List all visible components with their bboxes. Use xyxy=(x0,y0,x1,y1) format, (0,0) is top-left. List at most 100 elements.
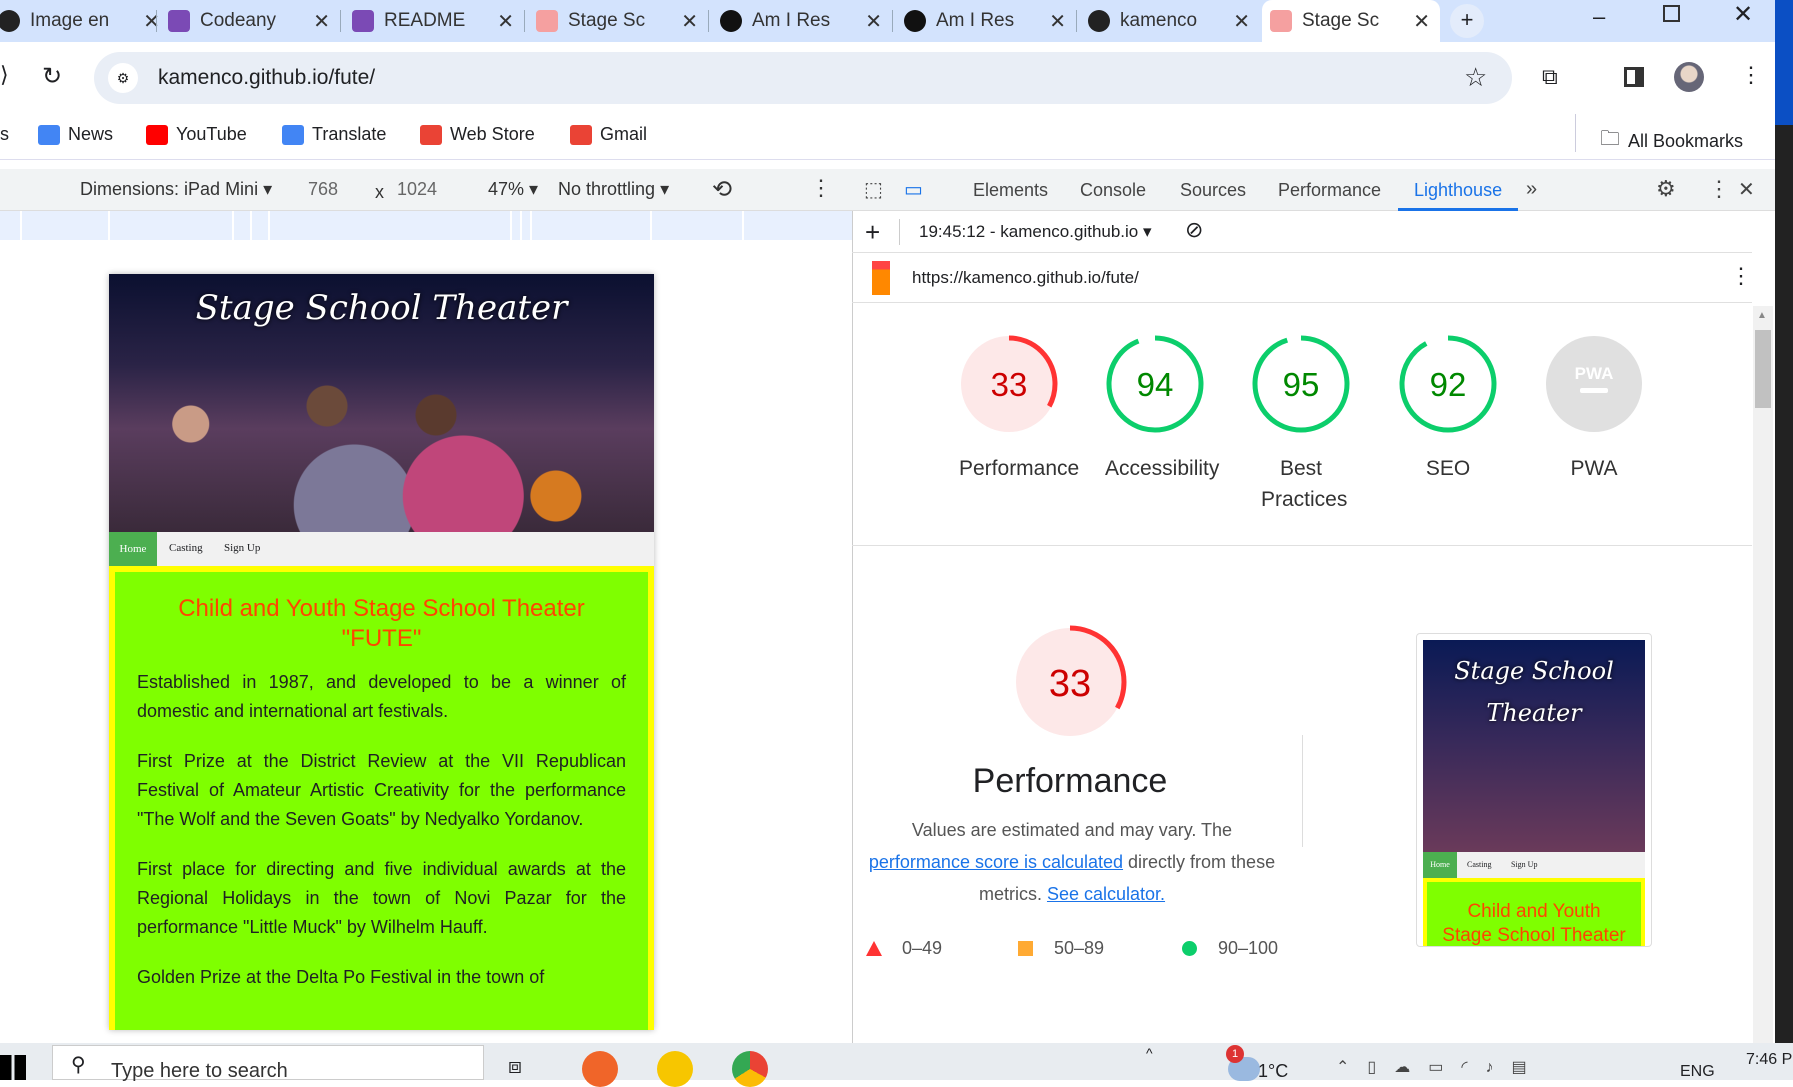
browser-tab[interactable]: README ✕ xyxy=(344,0,524,42)
bookmark-news[interactable]: News xyxy=(38,124,113,145)
close-tab-icon[interactable]: ✕ xyxy=(143,9,160,34)
html-editor-app-icon[interactable] xyxy=(582,1051,618,1087)
see-calculator-link[interactable]: See calculator. xyxy=(1047,884,1165,904)
browser-tab[interactable]: Stage Sc ✕ xyxy=(528,0,708,42)
task-view-icon[interactable]: ⧈ xyxy=(508,1053,522,1079)
temperature: 1°C xyxy=(1258,1061,1289,1081)
tab-separator xyxy=(156,10,157,32)
nav-sign-up[interactable]: Sign Up xyxy=(224,542,260,554)
profile-avatar[interactable] xyxy=(1674,62,1704,92)
show-hidden-icons[interactable]: ^ xyxy=(1146,1045,1153,1061)
score-gauge-performance[interactable]: 33 Performance xyxy=(959,334,1079,484)
tab-favicon-icon xyxy=(168,10,190,32)
tab-sources[interactable]: Sources xyxy=(1180,180,1246,201)
bookmark-youtube[interactable]: YouTube xyxy=(146,124,247,145)
score-calculated-link[interactable]: performance score is calculated xyxy=(869,852,1123,872)
tab-favicon-icon xyxy=(1088,10,1110,32)
tab-performance[interactable]: Performance xyxy=(1278,180,1381,201)
device-menu-icon[interactable]: ⋮ xyxy=(810,175,832,201)
nav-casting[interactable]: Casting xyxy=(169,542,203,554)
paragraph: Golden Prize at the Delta Po Festival in… xyxy=(137,967,545,987)
tab-console[interactable]: Console xyxy=(1080,180,1146,201)
rotate-icon[interactable]: ⟲ xyxy=(712,175,732,204)
tab-lighthouse[interactable]: Lighthouse xyxy=(1398,180,1519,211)
close-window-button[interactable]: ✕ xyxy=(1733,0,1753,29)
throttling-select[interactable]: No throttling ▾ xyxy=(558,179,669,200)
legend-fail: 0–49 xyxy=(902,938,943,958)
section-divider xyxy=(852,545,1752,546)
report-select[interactable]: 19:45:12 - kamenco.github.io ▾ xyxy=(919,222,1152,242)
bookmark-translate[interactable]: Translate xyxy=(282,124,386,145)
nav-home[interactable]: Home xyxy=(109,532,157,566)
width-input[interactable]: 768 xyxy=(308,179,338,200)
new-report-button[interactable]: + xyxy=(865,217,880,248)
tab-elements[interactable]: Elements xyxy=(973,180,1048,201)
close-tab-icon[interactable]: ✕ xyxy=(1049,9,1066,34)
bookmark-web-store[interactable]: Web Store xyxy=(420,124,535,145)
clear-icon[interactable]: ⊘ xyxy=(1185,217,1203,243)
close-tab-icon[interactable]: ✕ xyxy=(1413,9,1430,34)
browser-menu-icon[interactable]: ⋮ xyxy=(1740,62,1762,88)
dimensions-select[interactable]: Dimensions: iPad Mini ▾ xyxy=(80,179,272,200)
close-tab-icon[interactable]: ✕ xyxy=(681,9,698,34)
new-tab-button[interactable]: + xyxy=(1450,4,1484,38)
device-toggle-icon[interactable]: ▭ xyxy=(904,177,923,202)
close-tab-icon[interactable]: ✕ xyxy=(497,9,514,34)
language-indicator[interactable]: ENG xyxy=(1680,1063,1715,1081)
score-label: Accessibility xyxy=(1105,457,1220,480)
address-input[interactable]: kamenco.github.io/fute/ xyxy=(158,66,375,90)
emulated-page[interactable]: Stage School Theater Home Casting Sign U… xyxy=(109,274,654,1030)
side-panel-icon[interactable] xyxy=(1624,67,1644,87)
lighthouse-url-bar: https://kamenco.github.io/fute/ ⋮ xyxy=(852,253,1752,303)
inspect-element-icon[interactable]: ⬚ xyxy=(864,177,883,202)
site-info-icon[interactable]: ⚙ xyxy=(108,63,138,93)
close-devtools-icon[interactable]: ✕ xyxy=(1738,177,1755,202)
bookmark-gmail[interactable]: Gmail xyxy=(570,124,647,145)
bookmark-star-icon[interactable]: ☆ xyxy=(1464,62,1487,93)
taskbar-search[interactable]: ⚲ Type here to search xyxy=(52,1045,484,1082)
more-tabs-icon[interactable]: » xyxy=(1526,178,1537,201)
zoom-select[interactable]: 47% ▾ xyxy=(488,179,538,200)
page-screenshot-thumbnail[interactable]: Stage School Theater Home Casting Sign U… xyxy=(1416,633,1652,947)
extensions-icon[interactable]: ⧉ xyxy=(1542,64,1558,90)
clock[interactable]: 7:46 P xyxy=(1746,1051,1792,1069)
browser-tab[interactable]: Image en ✕ xyxy=(0,0,170,42)
maximize-button[interactable] xyxy=(1663,5,1680,22)
minimize-button[interactable]: – xyxy=(1593,4,1605,30)
windows-start-icon[interactable] xyxy=(0,1055,26,1080)
devtools-scrollbar[interactable]: ▲ xyxy=(1753,306,1773,1043)
height-input[interactable]: 1024 xyxy=(397,179,437,200)
close-tab-icon[interactable]: ✕ xyxy=(865,9,882,34)
all-bookmarks-button[interactable]: 🗀 All Bookmarks xyxy=(1600,124,1743,158)
bookmark-favicon-icon xyxy=(146,124,168,145)
js-app-icon[interactable] xyxy=(657,1051,693,1087)
score-gauge-accessibility[interactable]: 94 Accessibility xyxy=(1105,334,1220,484)
fail-triangle-icon xyxy=(866,941,882,956)
close-tab-icon[interactable]: ✕ xyxy=(313,9,330,34)
reload-button[interactable]: ↻ xyxy=(42,62,62,91)
system-tray-icons[interactable]: ⌃▯☁▭◜♪▤ xyxy=(1336,1057,1545,1077)
browser-tab[interactable]: Am I Res ✕ xyxy=(712,0,892,42)
score-gauge-pwa[interactable]: PWA PWA xyxy=(1544,334,1644,484)
media-query-ruler[interactable] xyxy=(0,211,852,240)
browser-tab[interactable]: Am I Res ✕ xyxy=(896,0,1076,42)
thumbnail-title: Stage School Theater xyxy=(1454,657,1614,727)
report-menu-icon[interactable]: ⋮ xyxy=(1730,263,1752,289)
score-label: Best Practices xyxy=(1261,457,1348,511)
address-bar[interactable]: ⚙ kamenco.github.io/fute/ xyxy=(94,52,1512,104)
browser-tab[interactable]: Stage Sc ✕ xyxy=(1262,0,1440,42)
close-tab-icon[interactable]: ✕ xyxy=(1233,9,1250,34)
bookmark-favicon-icon xyxy=(282,124,304,145)
browser-tab[interactable]: kamenco ✕ xyxy=(1080,0,1260,42)
devtools-menu-icon[interactable]: ⋮ xyxy=(1708,176,1730,202)
settings-icon[interactable]: ⚙ xyxy=(1656,176,1676,202)
paragraph: First place for directing and five indiv… xyxy=(137,859,626,937)
score-gauge-seo[interactable]: 92 SEO xyxy=(1398,334,1498,484)
score-gauge-best-practices[interactable]: 95 Best Practices xyxy=(1251,334,1351,515)
devtools-tabs: ⬚ ▭ Elements Console Sources Performance… xyxy=(852,169,1775,211)
forward-button[interactable]: ⟩ xyxy=(0,62,9,88)
browser-tab[interactable]: Codeany ✕ xyxy=(160,0,340,42)
chrome-app-icon[interactable] xyxy=(732,1051,768,1087)
content-heading: Child and Youth Stage School Theater "FU… xyxy=(178,595,585,652)
background-window-edge xyxy=(1775,0,1793,125)
